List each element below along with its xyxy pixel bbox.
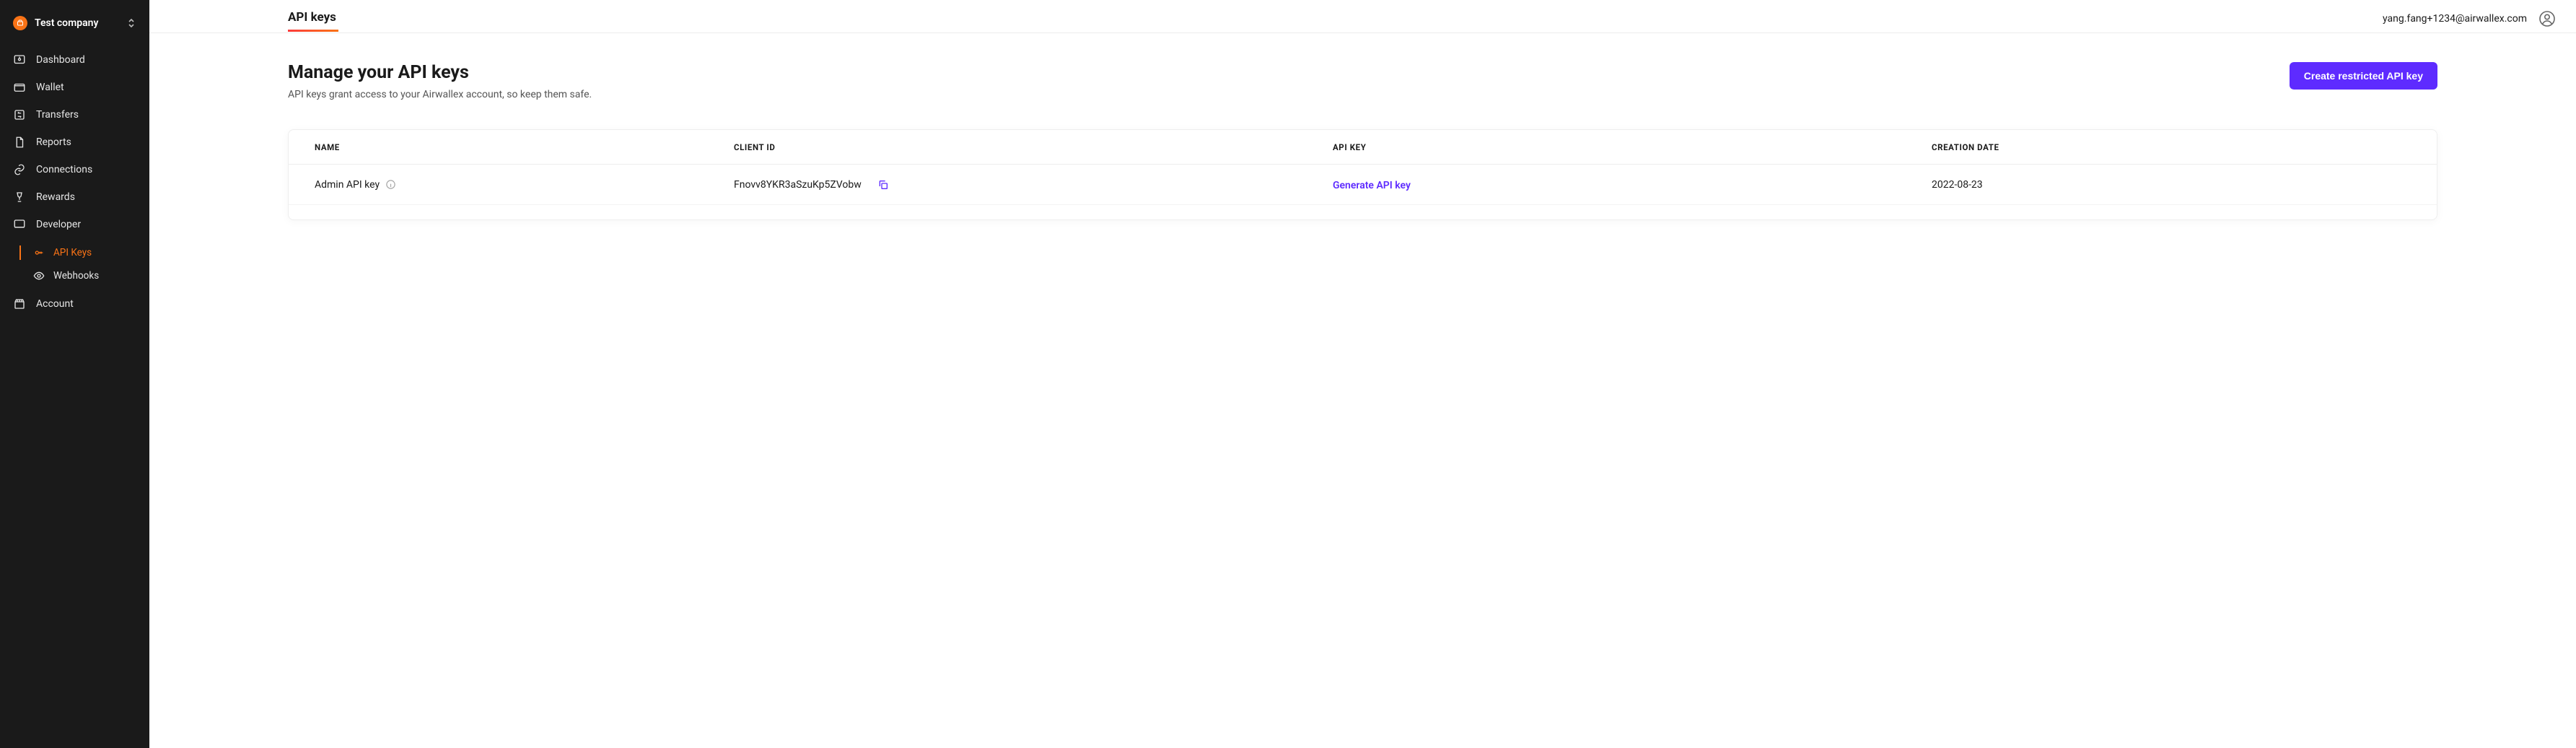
key-icon bbox=[33, 247, 45, 258]
nav-label: Dashboard bbox=[36, 54, 85, 66]
user-email: yang.fang+1234@airwallex.com bbox=[2383, 13, 2527, 25]
nav-label: Account bbox=[36, 298, 74, 310]
account-icon bbox=[13, 297, 26, 310]
nav-reports[interactable]: Reports bbox=[0, 129, 149, 156]
table-row: Admin API key Fnovv8YKR3aSzuKp5ZVobw Gen… bbox=[289, 165, 2437, 205]
rewards-icon bbox=[13, 191, 26, 204]
create-restricted-key-button[interactable]: Create restricted API key bbox=[2290, 62, 2437, 90]
table-header: NAME CLIENT ID API KEY CREATION DATE bbox=[289, 130, 2437, 165]
cell-name: Admin API key bbox=[315, 179, 734, 191]
subnav-label: Webhooks bbox=[53, 270, 99, 282]
generate-api-key-link[interactable]: Generate API key bbox=[1333, 180, 1411, 191]
nav-label: Transfers bbox=[36, 109, 79, 121]
page-subtitle: API keys grant access to your Airwallex … bbox=[288, 89, 592, 100]
sidebar: Test company Dashboard Wallet Transfers bbox=[0, 0, 149, 748]
avatar-icon[interactable] bbox=[2538, 10, 2556, 27]
nav-account[interactable]: Account bbox=[0, 290, 149, 318]
reports-icon bbox=[13, 136, 26, 149]
info-icon[interactable] bbox=[385, 179, 396, 190]
cell-api-key: Generate API key bbox=[1333, 178, 1932, 191]
client-id: Fnovv8YKR3aSzuKp5ZVobw bbox=[734, 179, 862, 191]
topbar: API keys yang.fang+1234@airwallex.com bbox=[149, 0, 2576, 33]
nav-label: Rewards bbox=[36, 191, 75, 203]
subnav-label: API Keys bbox=[53, 247, 92, 258]
th-name: NAME bbox=[315, 142, 734, 152]
th-client: CLIENT ID bbox=[734, 142, 1333, 152]
eye-icon bbox=[33, 270, 45, 282]
nav-transfers[interactable]: Transfers bbox=[0, 101, 149, 129]
subnav-api-keys[interactable]: API Keys bbox=[0, 241, 149, 264]
company-logo-icon bbox=[13, 16, 27, 30]
nav-wallet[interactable]: Wallet bbox=[0, 74, 149, 101]
page-header: Manage your API keys API keys grant acce… bbox=[288, 62, 2437, 100]
company-switcher[interactable]: Test company bbox=[0, 9, 149, 43]
th-api: API KEY bbox=[1333, 142, 1932, 152]
main-content: API keys yang.fang+1234@airwallex.com Ma… bbox=[149, 0, 2576, 748]
copy-icon[interactable] bbox=[877, 179, 889, 191]
nav-connections[interactable]: Connections bbox=[0, 156, 149, 183]
nav-list: Dashboard Wallet Transfers Reports Conne… bbox=[0, 43, 149, 241]
th-date: CREATION DATE bbox=[1932, 142, 2411, 152]
cell-date: 2022-08-23 bbox=[1932, 179, 2411, 191]
nav-rewards[interactable]: Rewards bbox=[0, 183, 149, 211]
chevron-updown-icon bbox=[126, 18, 136, 28]
subnav-webhooks[interactable]: Webhooks bbox=[0, 264, 149, 287]
cell-client: Fnovv8YKR3aSzuKp5ZVobw bbox=[734, 179, 1333, 191]
company-name: Test company bbox=[35, 17, 119, 29]
topbar-right: yang.fang+1234@airwallex.com bbox=[2383, 10, 2556, 33]
connections-icon bbox=[13, 163, 26, 176]
nav-list-bottom: Account bbox=[0, 287, 149, 321]
nav-label: Connections bbox=[36, 164, 92, 175]
table-footer bbox=[289, 205, 2437, 219]
developer-icon bbox=[13, 218, 26, 231]
wallet-icon bbox=[13, 81, 26, 94]
page-title: Manage your API keys bbox=[288, 62, 592, 83]
dashboard-icon bbox=[13, 53, 26, 66]
developer-subnav: API Keys Webhooks bbox=[0, 241, 149, 287]
key-name: Admin API key bbox=[315, 179, 380, 191]
page-content: Manage your API keys API keys grant acce… bbox=[149, 33, 2576, 249]
nav-label: Reports bbox=[36, 136, 71, 148]
nav-label: Wallet bbox=[36, 82, 64, 93]
nav-developer[interactable]: Developer bbox=[0, 211, 149, 238]
nav-dashboard[interactable]: Dashboard bbox=[0, 46, 149, 74]
nav-label: Developer bbox=[36, 219, 81, 230]
tab-api-keys[interactable]: API keys bbox=[288, 10, 336, 31]
transfers-icon bbox=[13, 108, 26, 121]
api-keys-table: NAME CLIENT ID API KEY CREATION DATE Adm… bbox=[288, 129, 2437, 220]
